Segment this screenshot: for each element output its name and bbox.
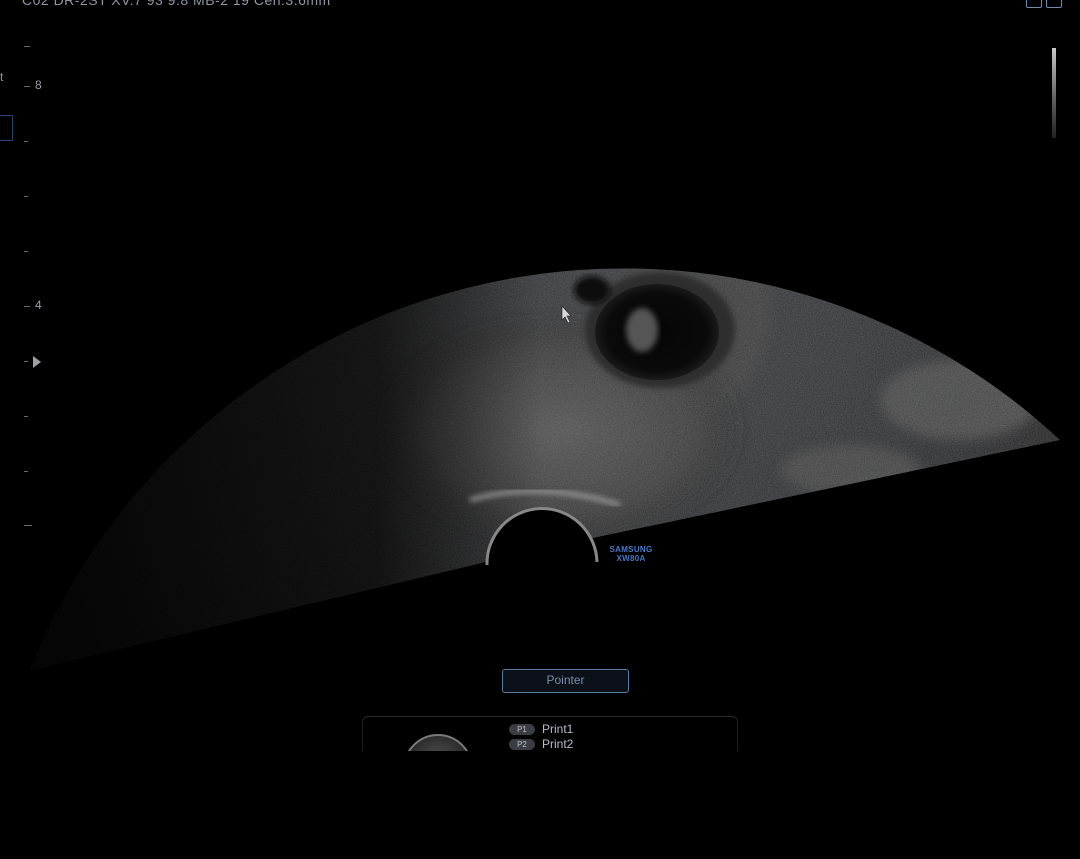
pointer-button[interactable]: Pointer: [502, 669, 629, 693]
p2-key-icon: P2: [509, 738, 535, 750]
print-panel: P1 Print1 P2 Print2: [362, 716, 738, 751]
watermark-line2: XW80A: [616, 554, 646, 563]
dial-knob-icon[interactable]: [403, 734, 473, 751]
watermark-line1: SAMSUNG: [609, 545, 653, 554]
print-row-2[interactable]: P2 Print2: [509, 737, 573, 751]
samsung-watermark: SAMSUNG XW80A: [604, 545, 658, 563]
print-row-1[interactable]: P1 Print1: [509, 722, 573, 736]
print2-label: Print2: [542, 737, 574, 751]
p1-key-icon: P1: [509, 723, 535, 735]
print1-label: Print1: [542, 722, 574, 736]
